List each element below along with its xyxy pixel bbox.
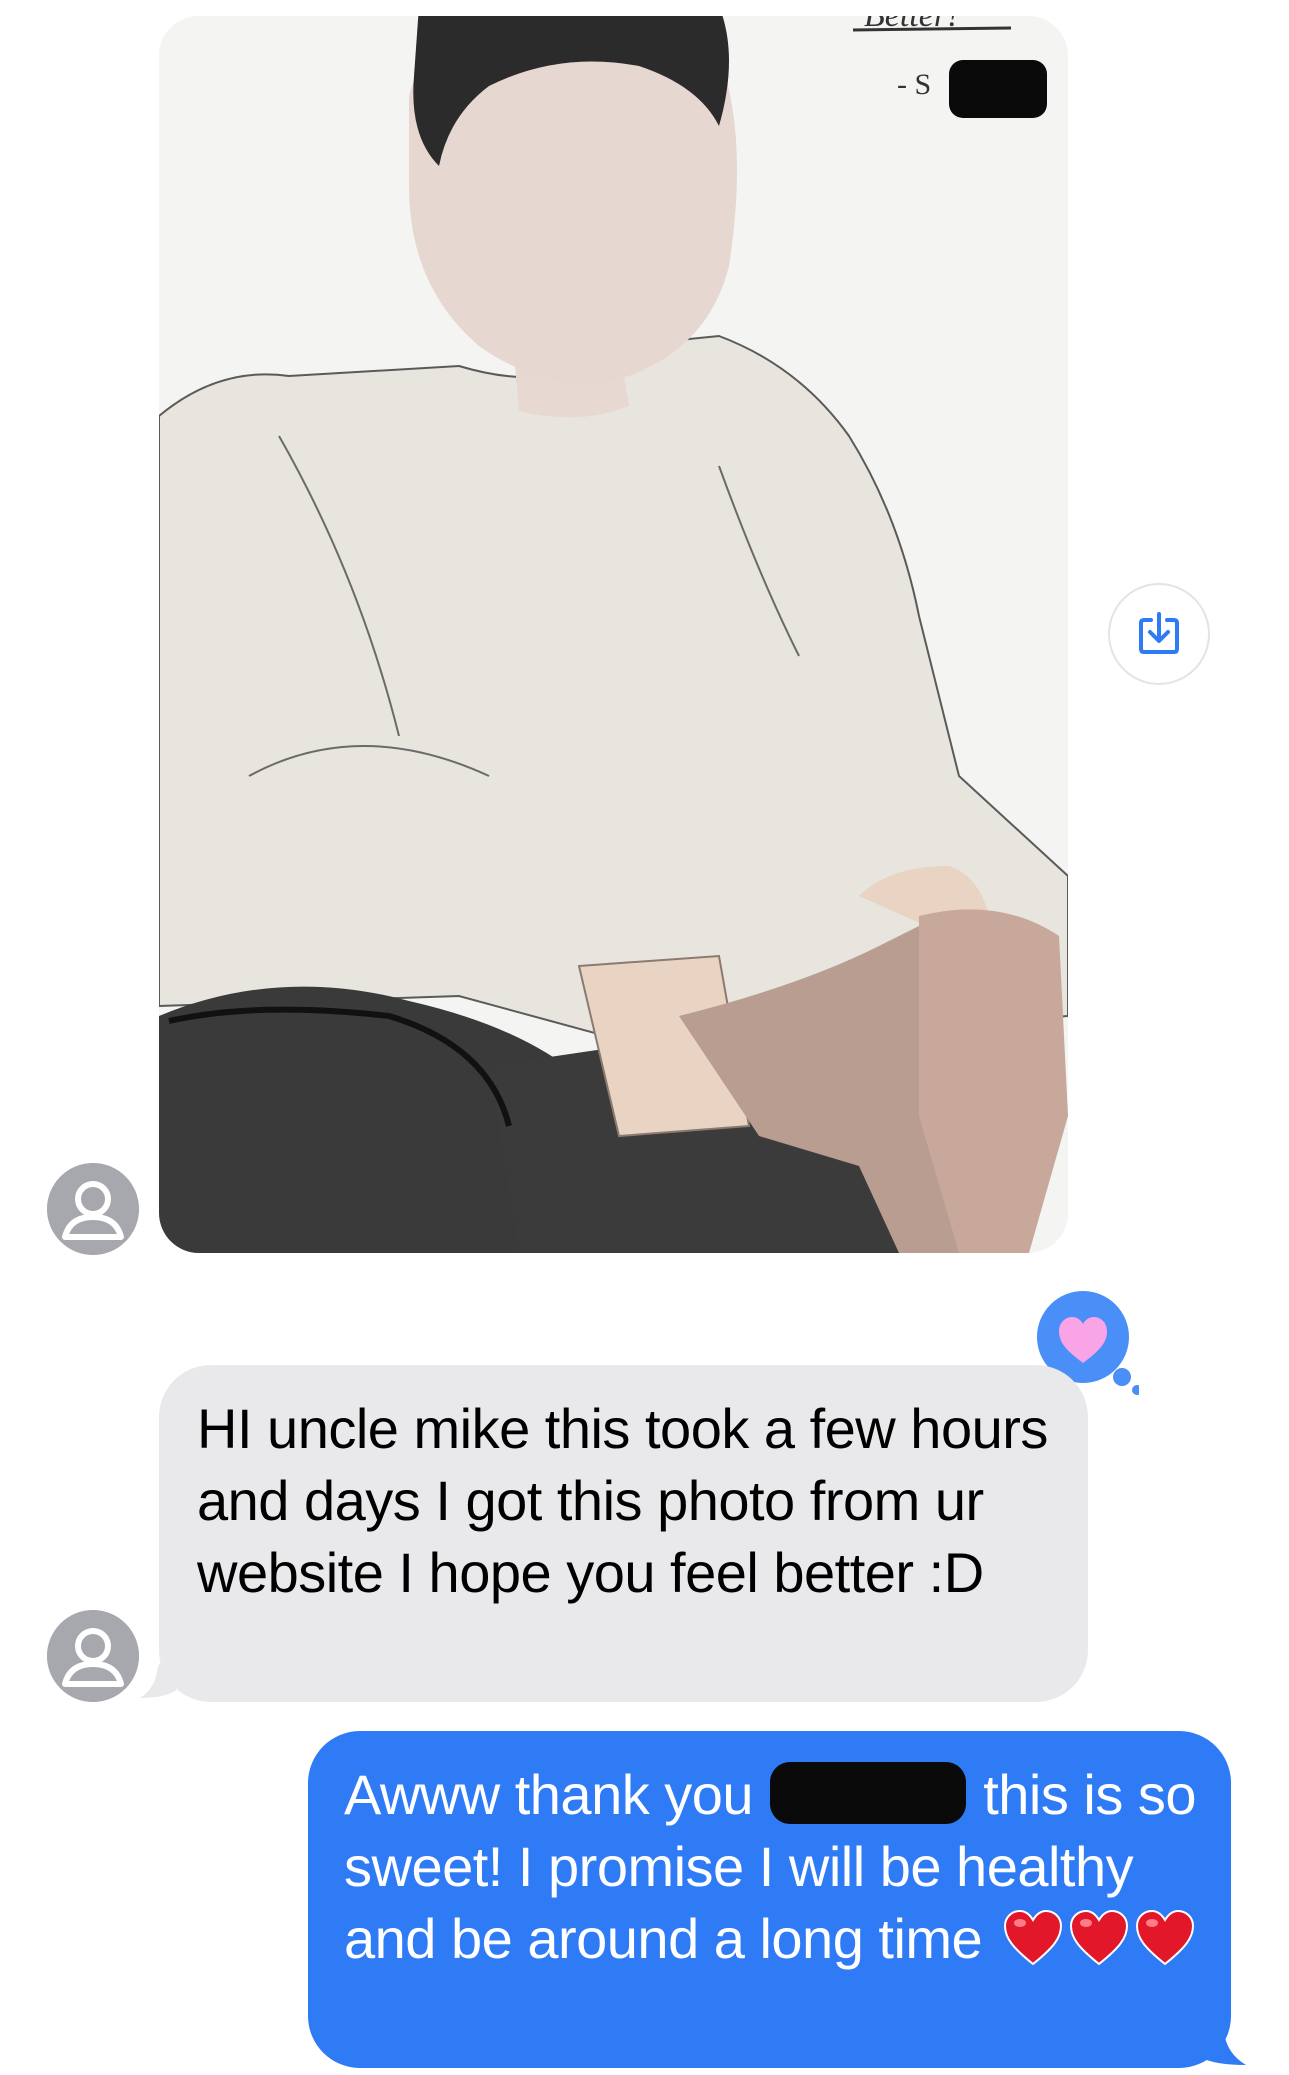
red-heart-icon <box>1069 1909 1129 1983</box>
person-icon <box>47 1163 139 1255</box>
contact-avatar[interactable] <box>47 1163 139 1255</box>
incoming-message-bubble[interactable]: HI uncle mike this took a few hours and … <box>159 1365 1088 1702</box>
contact-avatar[interactable] <box>47 1610 139 1702</box>
square-arrow-down-icon <box>1139 612 1179 654</box>
outgoing-message-bubble[interactable]: Awww thank you this is so sweet! I promi… <box>308 1731 1231 2068</box>
signature-redaction <box>949 60 1047 118</box>
outgoing-message-text-before: Awww thank you <box>344 1763 754 1826</box>
image-attachment[interactable]: Better! - S <box>159 16 1068 1253</box>
incoming-message-text: HI uncle mike this took a few hours and … <box>197 1397 1048 1604</box>
name-redaction <box>770 1762 967 1824</box>
caption-text: Better! <box>864 16 958 34</box>
red-heart-icon <box>1135 1909 1195 1983</box>
red-heart-icon <box>1003 1909 1063 1983</box>
drawing-image: Better! - S <box>159 16 1068 1253</box>
signature-text: - S <box>897 68 931 101</box>
save-image-button[interactable] <box>1108 583 1210 685</box>
person-icon <box>47 1610 139 1702</box>
outgoing-message-text: Awww thank you this is so sweet! I promi… <box>344 1759 1207 1983</box>
